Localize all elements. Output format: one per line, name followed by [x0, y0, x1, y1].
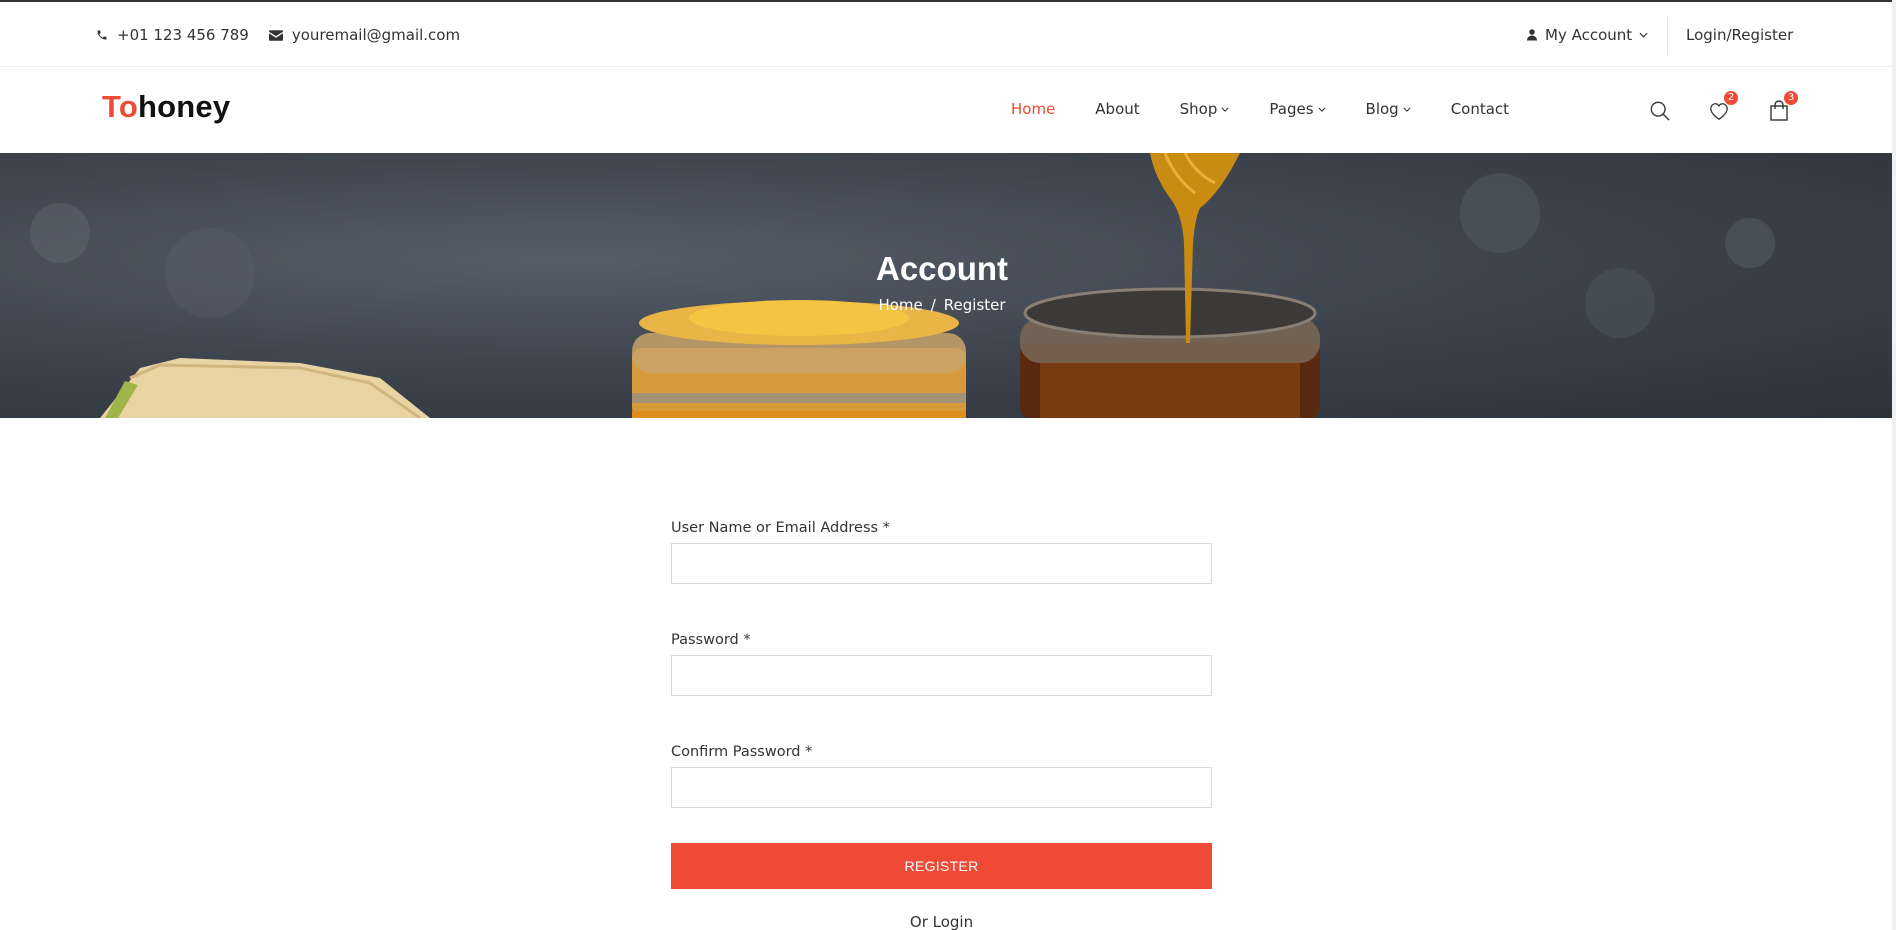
or-login-link[interactable]: Or Login — [671, 913, 1212, 930]
nav-blog-label: Blog — [1365, 100, 1399, 118]
username-label: User Name or Email Address * — [671, 520, 890, 536]
confirm-password-label: Confirm Password * — [671, 744, 813, 760]
page-scrollbar[interactable] — [1892, 0, 1896, 930]
email-contact[interactable]: youremail@gmail.com — [268, 26, 461, 44]
nav-pages-label: Pages — [1269, 100, 1314, 118]
main-nav: Home About Shop Pages Blog Contact — [1011, 100, 1549, 118]
user-icon — [1527, 29, 1537, 41]
username-input[interactable] — [671, 543, 1212, 584]
my-account-dropdown[interactable]: My Account — [1527, 26, 1656, 44]
nav-blog[interactable]: Blog — [1366, 100, 1411, 118]
phone-contact[interactable]: +01 123 456 789 — [96, 26, 249, 44]
nav-shop[interactable]: Shop — [1180, 100, 1230, 118]
breadcrumb-current: Register — [943, 296, 1006, 314]
password-input[interactable] — [671, 655, 1212, 696]
nav-shop-label: Shop — [1179, 100, 1218, 118]
site-logo[interactable]: Tohoney — [102, 89, 230, 125]
logo-suffix: honey — [137, 89, 231, 124]
email-address: youremail@gmail.com — [291, 26, 461, 44]
page-banner: Account Home / Register — [0, 153, 1892, 418]
breadcrumb-separator: / — [930, 296, 936, 314]
topbar-divider — [1667, 17, 1668, 55]
breadcrumb: Home / Register — [0, 296, 1884, 314]
nav-about-label: About — [1095, 100, 1140, 118]
envelope-icon — [268, 29, 283, 41]
cart-button[interactable]: 3 — [1764, 91, 1798, 126]
main-header: Tohoney Home About Shop Pages Blog Conta… — [0, 67, 1896, 153]
register-button[interactable]: REGISTER — [671, 843, 1212, 889]
header-actions: 2 3 — [1645, 91, 1798, 126]
chevron-down-icon — [1221, 107, 1229, 112]
contact-info: +01 123 456 789 youremail@gmail.com — [96, 26, 480, 44]
breadcrumb-home[interactable]: Home — [878, 296, 922, 314]
chevron-down-icon — [1403, 107, 1411, 112]
login-register-link[interactable]: Login/Register — [1686, 26, 1793, 44]
nav-contact-label: Contact — [1450, 100, 1510, 118]
search-button[interactable] — [1645, 96, 1675, 126]
top-bar: +01 123 456 789 youremail@gmail.com My A… — [0, 0, 1896, 67]
my-account-label: My Account — [1545, 26, 1633, 44]
confirm-password-input[interactable] — [671, 767, 1212, 808]
wishlist-count-badge: 2 — [1724, 91, 1738, 105]
chevron-down-icon — [1639, 32, 1648, 38]
phone-number: +01 123 456 789 — [117, 26, 249, 44]
chevron-down-icon — [1317, 107, 1326, 112]
phone-icon — [97, 30, 107, 40]
register-form: User Name or Email Address * Password * … — [671, 520, 1212, 930]
nav-contact[interactable]: Contact — [1451, 100, 1509, 118]
nav-about[interactable]: About — [1095, 100, 1139, 118]
password-label: Password * — [671, 632, 751, 648]
nav-home-label: Home — [1011, 100, 1056, 118]
logo-prefix: To — [102, 89, 138, 124]
search-icon — [1650, 101, 1670, 121]
wishlist-button[interactable]: 2 — [1704, 91, 1738, 126]
nav-pages[interactable]: Pages — [1269, 100, 1326, 118]
page-title: Account — [876, 250, 1008, 287]
nav-home[interactable]: Home — [1011, 100, 1055, 118]
cart-count-badge: 3 — [1784, 91, 1798, 105]
